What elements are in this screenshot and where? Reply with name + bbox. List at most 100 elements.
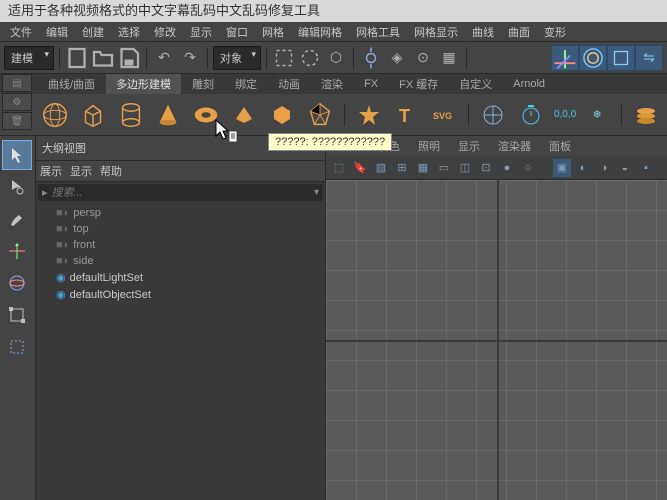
vp-tab-renderer[interactable]: 渲染器 [490, 136, 539, 156]
vp-select-cam-icon[interactable]: ⬚ [330, 159, 348, 177]
outliner-menu-help[interactable]: 帮助 [100, 163, 122, 179]
menu-file[interactable]: 文件 [4, 22, 38, 42]
poly-type-icon[interactable]: T [390, 98, 424, 132]
outliner-search-input[interactable] [52, 187, 314, 199]
vp-image-plane-icon[interactable]: ▧ [372, 159, 390, 177]
poly-cylinder-icon[interactable] [114, 98, 148, 132]
menu-meshtools[interactable]: 网格工具 [350, 22, 406, 42]
shelf-gear-icon[interactable]: ⚙ [2, 93, 32, 111]
vp-gate-icon[interactable]: ◫ [456, 159, 474, 177]
poly-disc-icon[interactable] [265, 98, 299, 132]
menu-deform[interactable]: 变形 [538, 22, 572, 42]
move-tool-axis-icon[interactable] [551, 45, 579, 71]
poly-torus-icon[interactable] [189, 98, 223, 132]
outliner-search[interactable]: ▸ ▾ [38, 184, 323, 201]
vp-tab-panels[interactable]: 面板 [541, 136, 579, 156]
menu-create[interactable]: 创建 [76, 22, 110, 42]
paint-tool[interactable] [2, 204, 32, 234]
move-tool[interactable] [2, 236, 32, 266]
new-scene-icon[interactable] [65, 46, 89, 70]
vp-ao-icon[interactable]: ▪ [637, 159, 655, 177]
menu-meshdisplay[interactable]: 网格显示 [408, 22, 464, 42]
svg-import-icon[interactable]: SVG [427, 98, 461, 132]
snap-grid-icon[interactable] [359, 46, 383, 70]
rotate-tool[interactable] [2, 268, 32, 298]
snowflake-icon[interactable]: ❄ [580, 98, 614, 132]
poly-platonic-icon[interactable] [303, 98, 337, 132]
vp-tab-lighting[interactable]: 照明 [410, 136, 448, 156]
outliner-item[interactable]: ■◗persp [36, 205, 325, 221]
poly-cone-icon[interactable] [152, 98, 186, 132]
lasso-tool-icon[interactable] [298, 46, 322, 70]
outliner-item[interactable]: ■◗top [36, 221, 325, 237]
outliner-item[interactable]: ■◗side [36, 253, 325, 269]
timer-icon[interactable] [514, 98, 548, 132]
vp-shadow-icon[interactable]: ◒ [616, 159, 634, 177]
redo-icon[interactable]: ↷ [178, 46, 202, 70]
mode-dropdown[interactable]: 建模 [4, 46, 54, 70]
menu-editmesh[interactable]: 编辑网格 [292, 22, 348, 42]
last-tool[interactable] [2, 332, 32, 362]
outliner-menu-show[interactable]: 显示 [70, 163, 92, 179]
shelf-tab-fxcache[interactable]: FX 缓存 [389, 74, 448, 94]
shelf-tab-poly[interactable]: 多边形建模 [106, 74, 181, 94]
poly-sphere-icon[interactable] [38, 98, 72, 132]
outliner-item[interactable]: ■◗front [36, 237, 325, 253]
vp-grid-icon[interactable]: ▦ [414, 159, 432, 177]
snap-plane-icon[interactable]: ▦ [437, 46, 461, 70]
menu-edit[interactable]: 编辑 [40, 22, 74, 42]
symmetry-icon[interactable]: ⇋ [635, 45, 663, 71]
vp-xray-icon[interactable]: ◐ [574, 159, 592, 177]
menu-window[interactable]: 窗口 [220, 22, 254, 42]
shelf-tab-arnold[interactable]: Arnold [503, 75, 555, 93]
vp-film-icon[interactable]: ▭ [435, 159, 453, 177]
shelf-tab-render[interactable]: 渲染 [311, 74, 353, 94]
shelf-tab-anim[interactable]: 动画 [268, 74, 310, 94]
shelf-tab-curves[interactable]: 曲线/曲面 [38, 74, 105, 94]
vp-res-icon[interactable]: ⊡ [477, 159, 495, 177]
shelf-layout-icon[interactable]: ▤ [2, 74, 32, 92]
shelf-tab-custom[interactable]: 自定义 [449, 74, 502, 94]
vp-light-icon[interactable]: ◑ [595, 159, 613, 177]
snap-curve-icon[interactable]: ◈ [385, 46, 409, 70]
scale-tool[interactable] [2, 300, 32, 330]
poly-plane-icon[interactable] [227, 98, 261, 132]
vp-tab-show[interactable]: 显示 [450, 136, 488, 156]
lasso-tool[interactable] [2, 172, 32, 202]
search-toggle-icon[interactable]: ▸ [42, 186, 48, 199]
open-scene-icon[interactable] [91, 46, 115, 70]
poly-cube-icon[interactable] [76, 98, 110, 132]
shelf-tab-rigging[interactable]: 绑定 [225, 74, 267, 94]
construction-plane-icon[interactable] [476, 98, 510, 132]
outliner-menu-display[interactable]: 展示 [40, 163, 62, 179]
vp-shade-icon[interactable]: ● [498, 159, 516, 177]
menu-surfaces[interactable]: 曲面 [502, 22, 536, 42]
vp-bookmark-icon[interactable]: 🔖 [351, 159, 369, 177]
select-tool[interactable] [2, 140, 32, 170]
shelf-tab-fx[interactable]: FX [354, 75, 388, 93]
outliner-item[interactable]: ◉defaultLightSet [36, 269, 325, 286]
viewport-canvas[interactable] [326, 180, 667, 500]
select-tool-icon[interactable] [272, 46, 296, 70]
search-dropdown-icon[interactable]: ▾ [314, 187, 319, 198]
shelf-trash-icon[interactable]: 🗑 [2, 112, 32, 130]
layer-icon[interactable] [629, 98, 663, 132]
vp-isolate-icon[interactable]: ▣ [553, 159, 571, 177]
selection-mode-dropdown[interactable]: 对象 [213, 46, 261, 70]
menu-display[interactable]: 显示 [184, 22, 218, 42]
vp-wire-icon[interactable]: ○ [519, 159, 537, 177]
shelf-tab-sculpt[interactable]: 雕刻 [182, 74, 224, 94]
menu-curves[interactable]: 曲线 [466, 22, 500, 42]
outliner-item[interactable]: ◉defaultObjectSet [36, 286, 325, 303]
menu-mesh[interactable]: 网格 [256, 22, 290, 42]
vp-2d-icon[interactable]: ⊞ [393, 159, 411, 177]
menu-select[interactable]: 选择 [112, 22, 146, 42]
rotate-tool-axis-icon[interactable] [579, 45, 607, 71]
save-scene-icon[interactable] [117, 46, 141, 70]
poly-star-icon[interactable] [352, 98, 386, 132]
paint-select-icon[interactable]: ⬡ [324, 46, 348, 70]
snap-point-icon[interactable]: ⊙ [411, 46, 435, 70]
scale-tool-axis-icon[interactable] [607, 45, 635, 71]
undo-icon[interactable]: ↶ [152, 46, 176, 70]
menu-modify[interactable]: 修改 [148, 22, 182, 42]
